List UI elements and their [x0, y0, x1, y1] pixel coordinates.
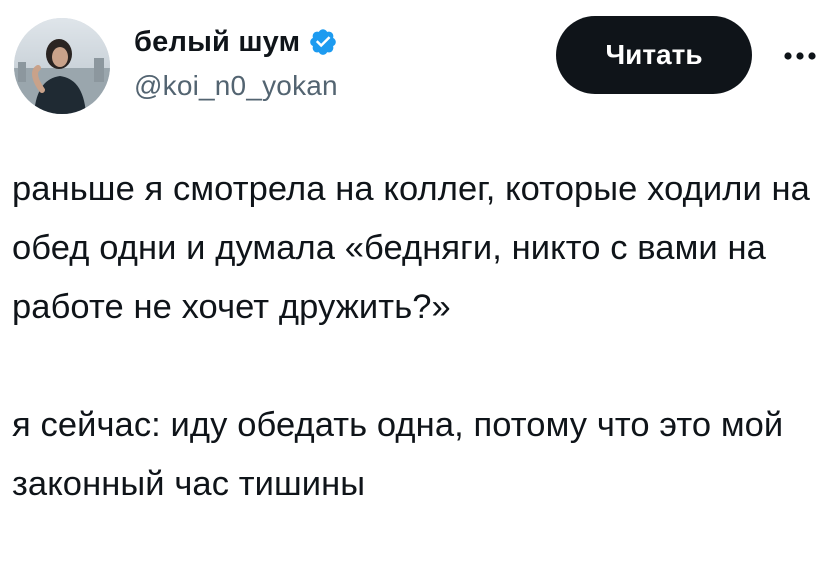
tweet-paragraph: я сейчас: иду обедать одна, потому что э…: [12, 406, 784, 503]
follow-button[interactable]: Читать: [556, 16, 752, 94]
display-name[interactable]: белый шум: [134, 26, 300, 59]
tweet-text: раньше я смотрела на коллег, которые ход…: [12, 160, 827, 514]
tweet-paragraph: раньше я смотрела на коллег, которые ход…: [12, 170, 810, 326]
avatar[interactable]: [14, 18, 110, 114]
author-handle[interactable]: @koi_n0_yokan: [134, 70, 338, 102]
profile-photo: [14, 18, 110, 114]
author-name-row[interactable]: белый шум: [134, 22, 338, 62]
more-horizontal-icon[interactable]: [780, 36, 820, 76]
verified-badge-icon: [310, 29, 337, 55]
